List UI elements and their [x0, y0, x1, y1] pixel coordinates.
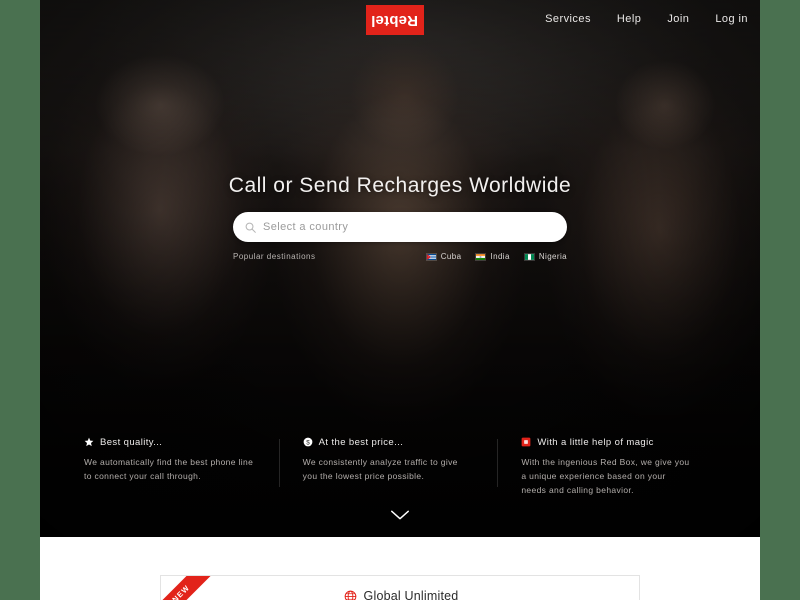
card-title: Global Unlimited	[363, 589, 459, 600]
star-icon	[84, 438, 94, 447]
page-title: Call or Send Recharges Worldwide	[228, 174, 572, 197]
page-viewport: Rebtel Services Help Join Log in Call or…	[40, 0, 760, 600]
popular-destinations: Popular destinations Cuba India Nigeria	[233, 252, 567, 261]
search-input[interactable]	[263, 221, 555, 233]
chevron-down-icon[interactable]	[389, 509, 411, 521]
destination-name-nigeria: Nigeria	[538, 252, 567, 261]
feature-description: We consistently analyze traffic to give …	[302, 456, 458, 481]
lower-section: NEW Global Unlimited	[40, 537, 760, 600]
feature-best-quality: Best quality... We automatically find th…	[84, 437, 279, 497]
nav-link-help[interactable]: Help	[617, 13, 641, 25]
hero-section: Rebtel Services Help Join Log in Call or…	[40, 0, 760, 537]
feature-header: With a little help of magic	[521, 437, 692, 448]
cuba-flag-icon	[425, 252, 437, 261]
rebtel-logo[interactable]: Rebtel	[366, 5, 424, 35]
country-search-box[interactable]	[233, 212, 567, 242]
top-navigation: Rebtel Services Help Join Log in	[40, 0, 760, 44]
feature-best-price: $ At the best price... We consistently a…	[278, 437, 498, 497]
feature-title: Best quality...	[100, 436, 163, 448]
destination-item-nigeria[interactable]: Nigeria	[523, 252, 567, 261]
globe-icon	[344, 590, 356, 600]
red-box-icon	[521, 438, 531, 447]
global-unlimited-card[interactable]: NEW Global Unlimited	[160, 575, 640, 600]
destination-list: Cuba India Nigeria	[425, 252, 567, 261]
feature-header: Best quality...	[84, 437, 255, 448]
destination-item-cuba[interactable]: Cuba	[425, 252, 462, 261]
destination-item-india[interactable]: India	[475, 252, 509, 261]
feature-description: We automatically find the best phone lin…	[84, 456, 254, 481]
feature-title: With a little help of magic	[537, 436, 654, 448]
nav-link-services[interactable]: Services	[545, 13, 591, 25]
feature-header: $ At the best price...	[303, 437, 474, 448]
feature-columns: Best quality... We automatically find th…	[40, 437, 760, 497]
popular-destinations-label: Popular destinations	[233, 252, 316, 261]
feature-title: At the best price...	[318, 436, 404, 448]
nigeria-flag-icon	[523, 252, 535, 261]
feature-description: With the ingenious Red Box, we give you …	[521, 456, 690, 495]
destination-name-india: India	[490, 252, 510, 261]
india-flag-icon	[475, 252, 487, 261]
destination-name-cuba: Cuba	[440, 252, 462, 261]
search-icon	[245, 222, 256, 233]
svg-text:$: $	[306, 440, 310, 447]
nav-link-login[interactable]: Log in	[715, 13, 748, 25]
nav-link-join[interactable]: Join	[667, 13, 689, 25]
card-header: Global Unlimited	[161, 589, 639, 600]
logo-text: Rebtel	[371, 11, 419, 29]
coin-icon: $	[303, 438, 313, 447]
nav-links: Services Help Join Log in	[545, 13, 748, 25]
feature-red-box-magic: With a little help of magic With the ing…	[497, 437, 716, 497]
browser-page: Rebtel Services Help Join Log in Call or…	[0, 0, 800, 600]
